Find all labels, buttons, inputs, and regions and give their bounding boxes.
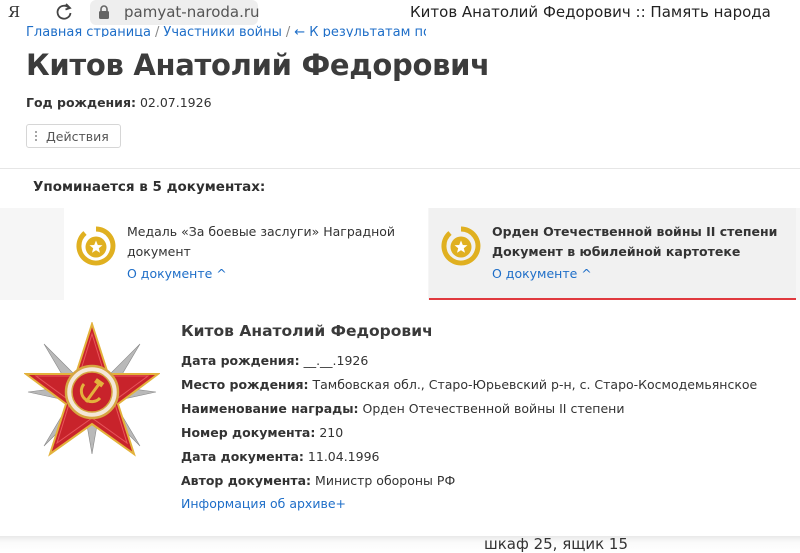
field-value: 11.04.1996 xyxy=(307,449,380,464)
field-document-number: Номер документа: 210 xyxy=(181,425,343,440)
field-label: Наименование награды: xyxy=(181,401,359,416)
person-name: Китов Анатолий Федорович xyxy=(181,322,433,340)
field-label: Место рождения: xyxy=(181,377,309,392)
about-document-link[interactable]: О документе ^ xyxy=(492,266,592,281)
breadcrumb: Главная страница / Участники войны / ← К рез… xyxy=(26,19,426,37)
field-label: Номер документа: xyxy=(181,425,316,440)
mentions-heading: Упоминается в 5 документах: xyxy=(33,179,266,195)
browser-logo-icon[interactable]: Я xyxy=(8,3,26,23)
document-card[interactable]: Медаль «За боевые заслуги» Наградной док… xyxy=(64,208,428,300)
medal-star-icon xyxy=(441,226,481,266)
breadcrumb-participants[interactable]: Участники войны xyxy=(163,25,282,37)
kebab-menu-icon xyxy=(35,130,38,142)
field-document-author: Автор документа: Министр обороны РФ xyxy=(181,473,455,488)
birth-year-label: Год рождения: xyxy=(26,95,136,110)
document-title: Орден Отечественной войны II степени Док… xyxy=(492,224,778,259)
storage-location-text: шкаф 25, ящик 15 xyxy=(484,535,629,553)
birth-year-value: 02.07.1926 xyxy=(139,95,212,110)
document-card-selected[interactable]: Орден Отечественной войны II степени Док… xyxy=(429,208,796,300)
field-value: __.__.1926 xyxy=(303,353,369,368)
lock-icon xyxy=(99,5,109,19)
divider xyxy=(0,168,800,169)
field-value: Орден Отечественной войны II степени xyxy=(362,401,625,416)
field-label: Дата рождения: xyxy=(181,353,300,368)
field-label: Автор документа: xyxy=(181,473,312,488)
field-birth-date: Дата рождения: __.__.1926 xyxy=(181,353,368,368)
tab-title: Китов Анатолий Федорович :: Память народ… xyxy=(410,3,771,21)
breadcrumb-back-to-results[interactable]: ← К результатам поиска xyxy=(294,25,426,37)
actions-button-label: Действия xyxy=(46,128,109,144)
breadcrumb-home[interactable]: Главная страница xyxy=(26,25,151,37)
panel-shadow xyxy=(0,536,800,553)
field-birth-place: Место рождения: Тамбовская обл., Старо-Ю… xyxy=(181,377,757,392)
document-title: Медаль «За боевые заслуги» Наградной док… xyxy=(127,224,396,259)
birth-year: Год рождения: 02.07.1926 xyxy=(26,95,212,110)
field-value: Министр обороны РФ xyxy=(315,473,456,488)
field-label: Дата документа: xyxy=(181,449,304,464)
page-title: Китов Анатолий Федорович xyxy=(26,48,490,82)
about-document-link[interactable]: О документе ^ xyxy=(127,266,227,281)
actions-button[interactable]: Действия xyxy=(26,124,121,148)
field-value: 210 xyxy=(319,425,344,440)
field-award-name: Наименование награды: Орден Отечественно… xyxy=(181,401,624,416)
order-patriotic-war-image xyxy=(24,322,160,457)
archive-info-link[interactable]: Информация об архиве+ xyxy=(181,496,346,511)
medal-star-icon xyxy=(76,226,116,266)
field-value: Тамбовская обл., Старо-Юрьевский р-н, с.… xyxy=(312,377,758,392)
field-document-date: Дата документа: 11.04.1996 xyxy=(181,449,380,464)
